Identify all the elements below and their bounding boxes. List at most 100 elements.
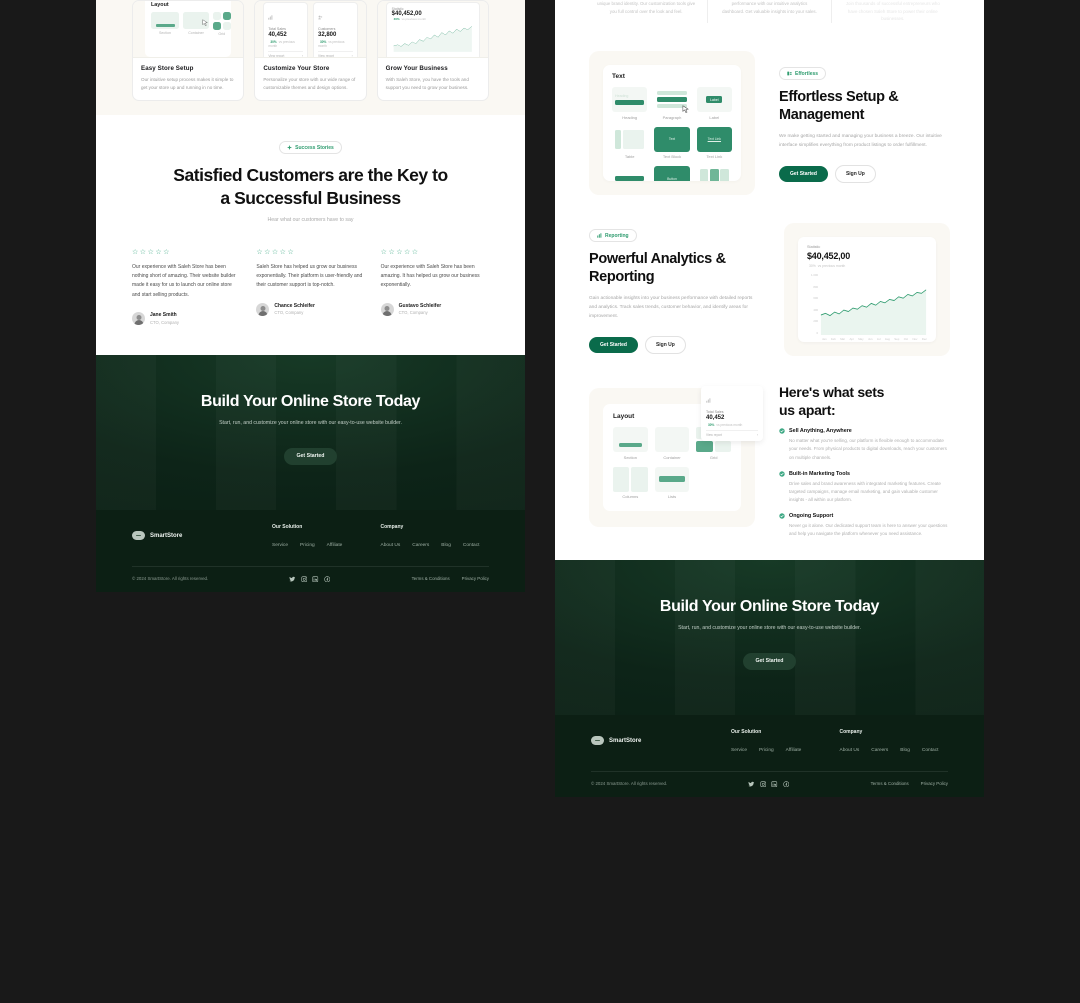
footer-brand[interactable]: SmartStore (591, 729, 731, 753)
footer-link-affiliate[interactable]: Affiliate (327, 543, 343, 548)
grid-tile (213, 12, 231, 30)
mini-stat-value: 32,800 (318, 32, 337, 38)
apart-item-desc: Drive sales and brand awareness with int… (789, 480, 941, 502)
tile-caption: Paragraph (662, 114, 682, 120)
tile-label[interactable]: Label Label (696, 87, 732, 120)
smartstore-logo-icon (132, 531, 145, 541)
x-tick: Nov (912, 337, 918, 342)
footer-link-contact[interactable]: Contact (922, 748, 939, 753)
chart-x-axis: Jan Feb Mar Apr May Jun Jul Aug Sep Oct Nov De… (822, 337, 927, 341)
tile-text-block[interactable]: Text Text Block (654, 126, 690, 159)
apart-item: Built-in Marketing Tools Drive sales and… (779, 471, 950, 504)
footer-link-service[interactable]: Service (272, 543, 288, 548)
facebook-icon[interactable] (783, 781, 790, 788)
facebook-icon[interactable] (324, 575, 331, 583)
footer-link-about-us[interactable]: About Us (381, 543, 401, 548)
tile-extra-c[interactable] (696, 166, 732, 182)
x-tick: Jan (822, 337, 827, 342)
footer-link-about-us[interactable]: About Us (840, 748, 860, 753)
terms-link[interactable]: Terms & Conditions (871, 781, 909, 786)
tile-caption: Text Link (706, 154, 723, 160)
heading-line-2: us apart: (779, 401, 836, 418)
y-tick: 400 (813, 307, 818, 312)
feature-card[interactable]: Layout Section Container Grid Easy Store… (132, 0, 245, 102)
tile-extra-button[interactable]: Button (654, 166, 690, 182)
x-tick: Dec (921, 337, 927, 342)
mini-stat-label: Customers (318, 27, 336, 31)
fade-text: unique brand identity. Our customization… (597, 1, 696, 14)
cta-subtext: Start, run, and customize your online st… (219, 419, 402, 426)
sign-up-button[interactable]: Sign Up (834, 164, 876, 183)
cta-heading: Build Your Online Store Today (200, 392, 421, 410)
layout-tile-columns[interactable]: Columns (613, 466, 648, 499)
layout-tile-lists[interactable]: Lists (654, 466, 690, 499)
linkedin-icon[interactable] (312, 575, 319, 583)
footer-link-blog[interactable]: Blog (900, 748, 910, 753)
tile-text-link[interactable]: Text Link Text Link (696, 126, 732, 160)
x-tick: Apr (849, 337, 854, 342)
badge-label: Reporting (605, 232, 629, 239)
tile-inner-label: Text Link (707, 137, 722, 142)
tile-extra-a[interactable] (612, 166, 648, 182)
tile-paragraph[interactable]: Paragraph (654, 87, 690, 120)
floating-stat-action[interactable]: View report (706, 433, 722, 437)
get-started-button[interactable]: Get Started (779, 165, 828, 182)
site-footer: SmartStore Our Solution Service Pricing … (96, 509, 525, 593)
testimonial-quote: Our experience with Saleh Store has been… (132, 263, 236, 298)
twitter-icon[interactable] (748, 781, 755, 788)
section-heading: Powerful Analytics & Reporting (589, 251, 726, 286)
sign-up-button[interactable]: Sign Up (644, 335, 686, 354)
tile-table[interactable]: Table (612, 126, 648, 159)
testimonial-author: Jane Smith (150, 312, 177, 319)
footer-link-service[interactable]: Service (731, 748, 747, 753)
terms-link[interactable]: Terms & Conditions (412, 576, 450, 581)
tile-inner-label: Button (667, 176, 677, 181)
feature-card-title: Easy Store Setup (141, 65, 194, 72)
testimonial-quote: Saleh Store has helped us grow our busin… (256, 263, 363, 289)
footer-link-blog[interactable]: Blog (441, 543, 451, 548)
x-tick: Feb (830, 337, 836, 342)
privacy-link[interactable]: Privacy Policy (462, 576, 489, 581)
footer-column-our-solution: Our Solution Service Pricing Affiliate (272, 524, 381, 548)
apart-item: Ongoing Support Never go it alone. Our d… (779, 513, 950, 538)
layout-tile-container[interactable]: Container (654, 427, 690, 460)
mini-layout-caption: Container (188, 31, 204, 35)
section-heading: Effortless Setup & Management (779, 89, 899, 124)
linkedin-icon[interactable] (771, 781, 778, 788)
testimonials-section: Success Stories Satisfied Customers are … (96, 115, 525, 355)
tile-caption: Label (709, 114, 720, 120)
footer-link-contact[interactable]: Contact (463, 543, 480, 548)
heading-line-2: a Successful Business (220, 187, 401, 208)
get-started-button[interactable]: Get Started (283, 447, 338, 465)
footer-brand[interactable]: SmartStore (132, 524, 272, 548)
testimonial-author: Gustavo Schleifer (398, 302, 442, 309)
apart-item-title: Sell Anything, Anywhere (789, 428, 852, 435)
mini-stat-action[interactable]: View report (318, 54, 334, 57)
footer-link-pricing[interactable]: Pricing (759, 748, 774, 753)
text-blocks-card: Text Heading Heading Paragraph Label Lab… (589, 51, 755, 196)
instagram-icon[interactable] (760, 781, 767, 788)
layout-tile-section[interactable]: Section (613, 427, 648, 460)
footer-link-careers[interactable]: Careers (871, 748, 888, 753)
sales-chart-illustration: Statistic $40,452,00 30% vs previous mont… (377, 1, 488, 58)
footer-column-title: Our Solution (731, 728, 762, 735)
floating-stat-delta: 30% (708, 423, 715, 428)
footer-link-careers[interactable]: Careers (412, 543, 429, 548)
get-started-button[interactable]: Get Started (589, 336, 638, 353)
card-title: Text (612, 73, 625, 81)
floating-stat-card: Total Sales 40,452 30% vs previous month … (701, 386, 763, 442)
feature-card[interactable]: Statistic $40,452,00 30% vs previous mont… (376, 0, 489, 102)
tile-heading[interactable]: Heading Heading (612, 87, 648, 120)
statistic-value: $40,452,00 (807, 251, 851, 262)
get-started-button[interactable]: Get Started (742, 652, 797, 670)
mini-stat-action[interactable]: View report (268, 54, 284, 57)
left-preview-panel: Layout Section Container Grid Easy Store… (96, 0, 525, 608)
privacy-link[interactable]: Privacy Policy (921, 781, 948, 786)
footer-link-affiliate[interactable]: Affiliate (786, 748, 802, 753)
footer-link-pricing[interactable]: Pricing (300, 543, 315, 548)
tile-inner-label: Heading (615, 94, 629, 99)
feature-cards-strip: Layout Section Container Grid Easy Store… (96, 0, 525, 116)
instagram-icon[interactable] (301, 575, 308, 583)
twitter-icon[interactable] (289, 576, 296, 583)
feature-card[interactable]: Total Sales 40,452 30% vs previous month … (254, 0, 367, 102)
